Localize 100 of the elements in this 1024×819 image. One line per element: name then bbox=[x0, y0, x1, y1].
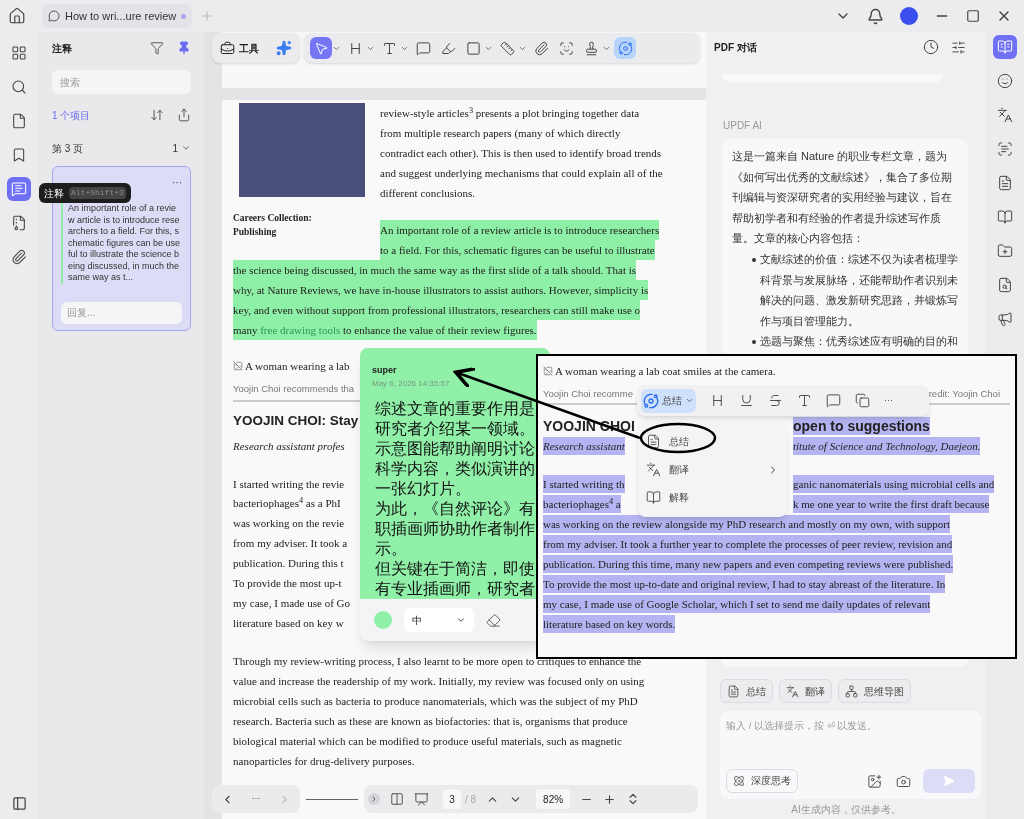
chevron-right-icon bbox=[370, 795, 378, 803]
reply-field[interactable]: 回复... bbox=[61, 301, 182, 324]
chat-input-field[interactable]: 输入 / 以选择提示，按 ⏎ 以发送。 bbox=[726, 717, 975, 733]
toolbox-icon bbox=[220, 40, 235, 56]
ai-icon bbox=[643, 392, 659, 409]
tooltip-label: 注释 bbox=[44, 186, 64, 201]
panel-title: PDF 对话 bbox=[714, 40, 757, 55]
deep-think-button[interactable]: 深度思考 bbox=[726, 769, 798, 793]
ai-tool[interactable] bbox=[614, 37, 636, 59]
summary-icon bbox=[997, 175, 1013, 191]
reader-rail-button[interactable] bbox=[993, 35, 1017, 59]
text-line: research. Bacteria such as these are known as biofactories: that is, organisms that produce bbox=[233, 713, 628, 729]
page-group-count[interactable]: 1 bbox=[172, 140, 178, 156]
sparkle-icon[interactable] bbox=[276, 40, 292, 56]
text-icon[interactable] bbox=[797, 393, 812, 408]
page-number-field[interactable]: 3 bbox=[443, 789, 461, 809]
quick-action-button[interactable]: 思维导图 bbox=[838, 679, 911, 703]
menu-item[interactable]: 翻译 bbox=[646, 458, 779, 481]
bookmark-icon bbox=[11, 147, 27, 163]
bullet-text: 文献综述的价值：综述不仅为读者梳理学科背景与发展脉络，还能帮助作者识别未解决的问题、激发新研究思路，并锻炼写作与项目管理能力。 bbox=[760, 251, 958, 329]
search-field[interactable]: 搜索 bbox=[52, 70, 191, 94]
quick-action-button[interactable]: 翻译 bbox=[779, 679, 832, 703]
history-icon[interactable] bbox=[923, 39, 939, 55]
note-text-line: 但关键在于简洁，即使 bbox=[375, 558, 535, 579]
export-icon[interactable] bbox=[177, 108, 191, 122]
figure-caption: Careers Collection: Publishing bbox=[233, 212, 313, 239]
maximize-icon[interactable] bbox=[966, 9, 980, 23]
text-line: my case, I made use of Go bbox=[233, 595, 350, 611]
quick-action-button[interactable]: 总结 bbox=[720, 679, 773, 703]
select-tool[interactable] bbox=[310, 37, 332, 59]
document-tab[interactable]: How to wri...ure review bbox=[42, 4, 193, 28]
more-menu[interactable]: ··· bbox=[172, 175, 182, 189]
item-count: 1 个项目 bbox=[52, 108, 91, 123]
search-icon bbox=[11, 79, 27, 95]
more-menu[interactable]: ··· bbox=[884, 393, 893, 408]
sort-icon[interactable] bbox=[150, 108, 164, 122]
ocr-icon bbox=[997, 141, 1013, 157]
panel-title: 注释 bbox=[52, 41, 72, 56]
grid-icon bbox=[11, 45, 27, 61]
note-text-line: 综述文章的重要作用是 bbox=[375, 398, 535, 419]
settings-icon[interactable] bbox=[951, 39, 966, 55]
strikethrough-icon[interactable] bbox=[768, 393, 783, 408]
bullet-icon bbox=[752, 257, 756, 262]
eraser-icon[interactable] bbox=[486, 612, 501, 628]
highlighter-icon bbox=[440, 40, 456, 56]
send-icon bbox=[943, 775, 955, 787]
text-line: To provide the most up-t bbox=[233, 576, 342, 592]
tools-button[interactable]: 工具 bbox=[220, 40, 259, 56]
note-text-line: 一张幻灯片。 bbox=[375, 478, 471, 499]
camera-icon[interactable] bbox=[896, 773, 911, 789]
add-image-icon[interactable] bbox=[867, 773, 882, 789]
home-icon[interactable] bbox=[8, 7, 26, 25]
zoom-in-icon[interactable] bbox=[603, 792, 617, 806]
copy-icon[interactable] bbox=[855, 393, 870, 408]
text-line: was working on the revie bbox=[233, 516, 345, 532]
text-line: I started writing the revie bbox=[233, 476, 345, 492]
photo-credit: redit: Yoojin Choi bbox=[928, 386, 1000, 401]
photo-caption: Yoojin Choi recomme bbox=[543, 386, 633, 401]
text-line: from my adviser. It took a bbox=[233, 536, 348, 552]
user-avatar[interactable] bbox=[900, 7, 918, 25]
menu-item[interactable]: 解释 bbox=[646, 486, 779, 509]
text-line: value and increase the readership of my work. Initially, my review was focused only on using bbox=[233, 673, 645, 689]
comment-icon[interactable] bbox=[826, 393, 841, 408]
filter-icon[interactable] bbox=[150, 41, 164, 55]
comment-rail-button[interactable] bbox=[7, 177, 31, 201]
bullet-icon bbox=[752, 340, 756, 345]
pin-icon[interactable] bbox=[177, 41, 191, 55]
text-line: literature based on key w bbox=[233, 615, 344, 631]
sender-label: UPDF AI bbox=[723, 119, 763, 133]
notification-icon[interactable] bbox=[867, 7, 884, 25]
zoom-level[interactable]: 82% bbox=[536, 789, 571, 809]
note-author: super bbox=[372, 364, 397, 377]
attachment-icon bbox=[11, 249, 27, 265]
tab-title: How to wri...ure review bbox=[65, 8, 177, 24]
text-line: from multiple research papers (many of which directly bbox=[380, 126, 621, 141]
image-alt-text: A woman wearing a lab coat smiles at the camera. bbox=[555, 363, 776, 379]
image-alt-text: A woman wearing a lab bbox=[245, 358, 350, 374]
presentation-icon[interactable] bbox=[414, 791, 429, 807]
text-line: review-style articles$^{3}$ presents a plot bringing together data bbox=[380, 104, 640, 121]
note-text-line: 示。 bbox=[375, 538, 407, 559]
page-layout-icon[interactable] bbox=[390, 792, 404, 806]
expand-icon[interactable] bbox=[368, 793, 380, 805]
note-text-line: 有专业插画师，研究者 bbox=[375, 578, 535, 599]
folder-icon bbox=[997, 243, 1013, 259]
text-line: nanoparticles for drug-delivery purposes. bbox=[233, 753, 415, 769]
mindmap-icon bbox=[845, 684, 858, 698]
summarize-button[interactable]: 总结 bbox=[641, 388, 696, 413]
history-more[interactable]: ··· bbox=[251, 792, 261, 806]
heading-icon[interactable] bbox=[710, 393, 725, 408]
annotation-text: An important role of a review article is to introduce researchers to a field. For this, schematic figures can be useful to illustrate the science being discussed, in much the same way as t... bbox=[68, 203, 182, 284]
search-icon bbox=[997, 277, 1013, 293]
shortcut-key: Alt+Shift+3 bbox=[69, 187, 126, 199]
size-dropdown[interactable]: 中 bbox=[404, 608, 474, 632]
text-line: bacteriophages$^{4}$ as a PhI bbox=[233, 495, 341, 512]
underline-icon[interactable] bbox=[739, 393, 754, 408]
text-line: biological material which can be modified to produce useful materials, such as magnetic bbox=[233, 733, 622, 749]
sidebar-toggle-icon[interactable] bbox=[11, 796, 27, 811]
measure-icon bbox=[499, 40, 515, 56]
chevron-down-icon bbox=[456, 615, 466, 625]
menu-item[interactable]: 总结 bbox=[646, 430, 779, 453]
